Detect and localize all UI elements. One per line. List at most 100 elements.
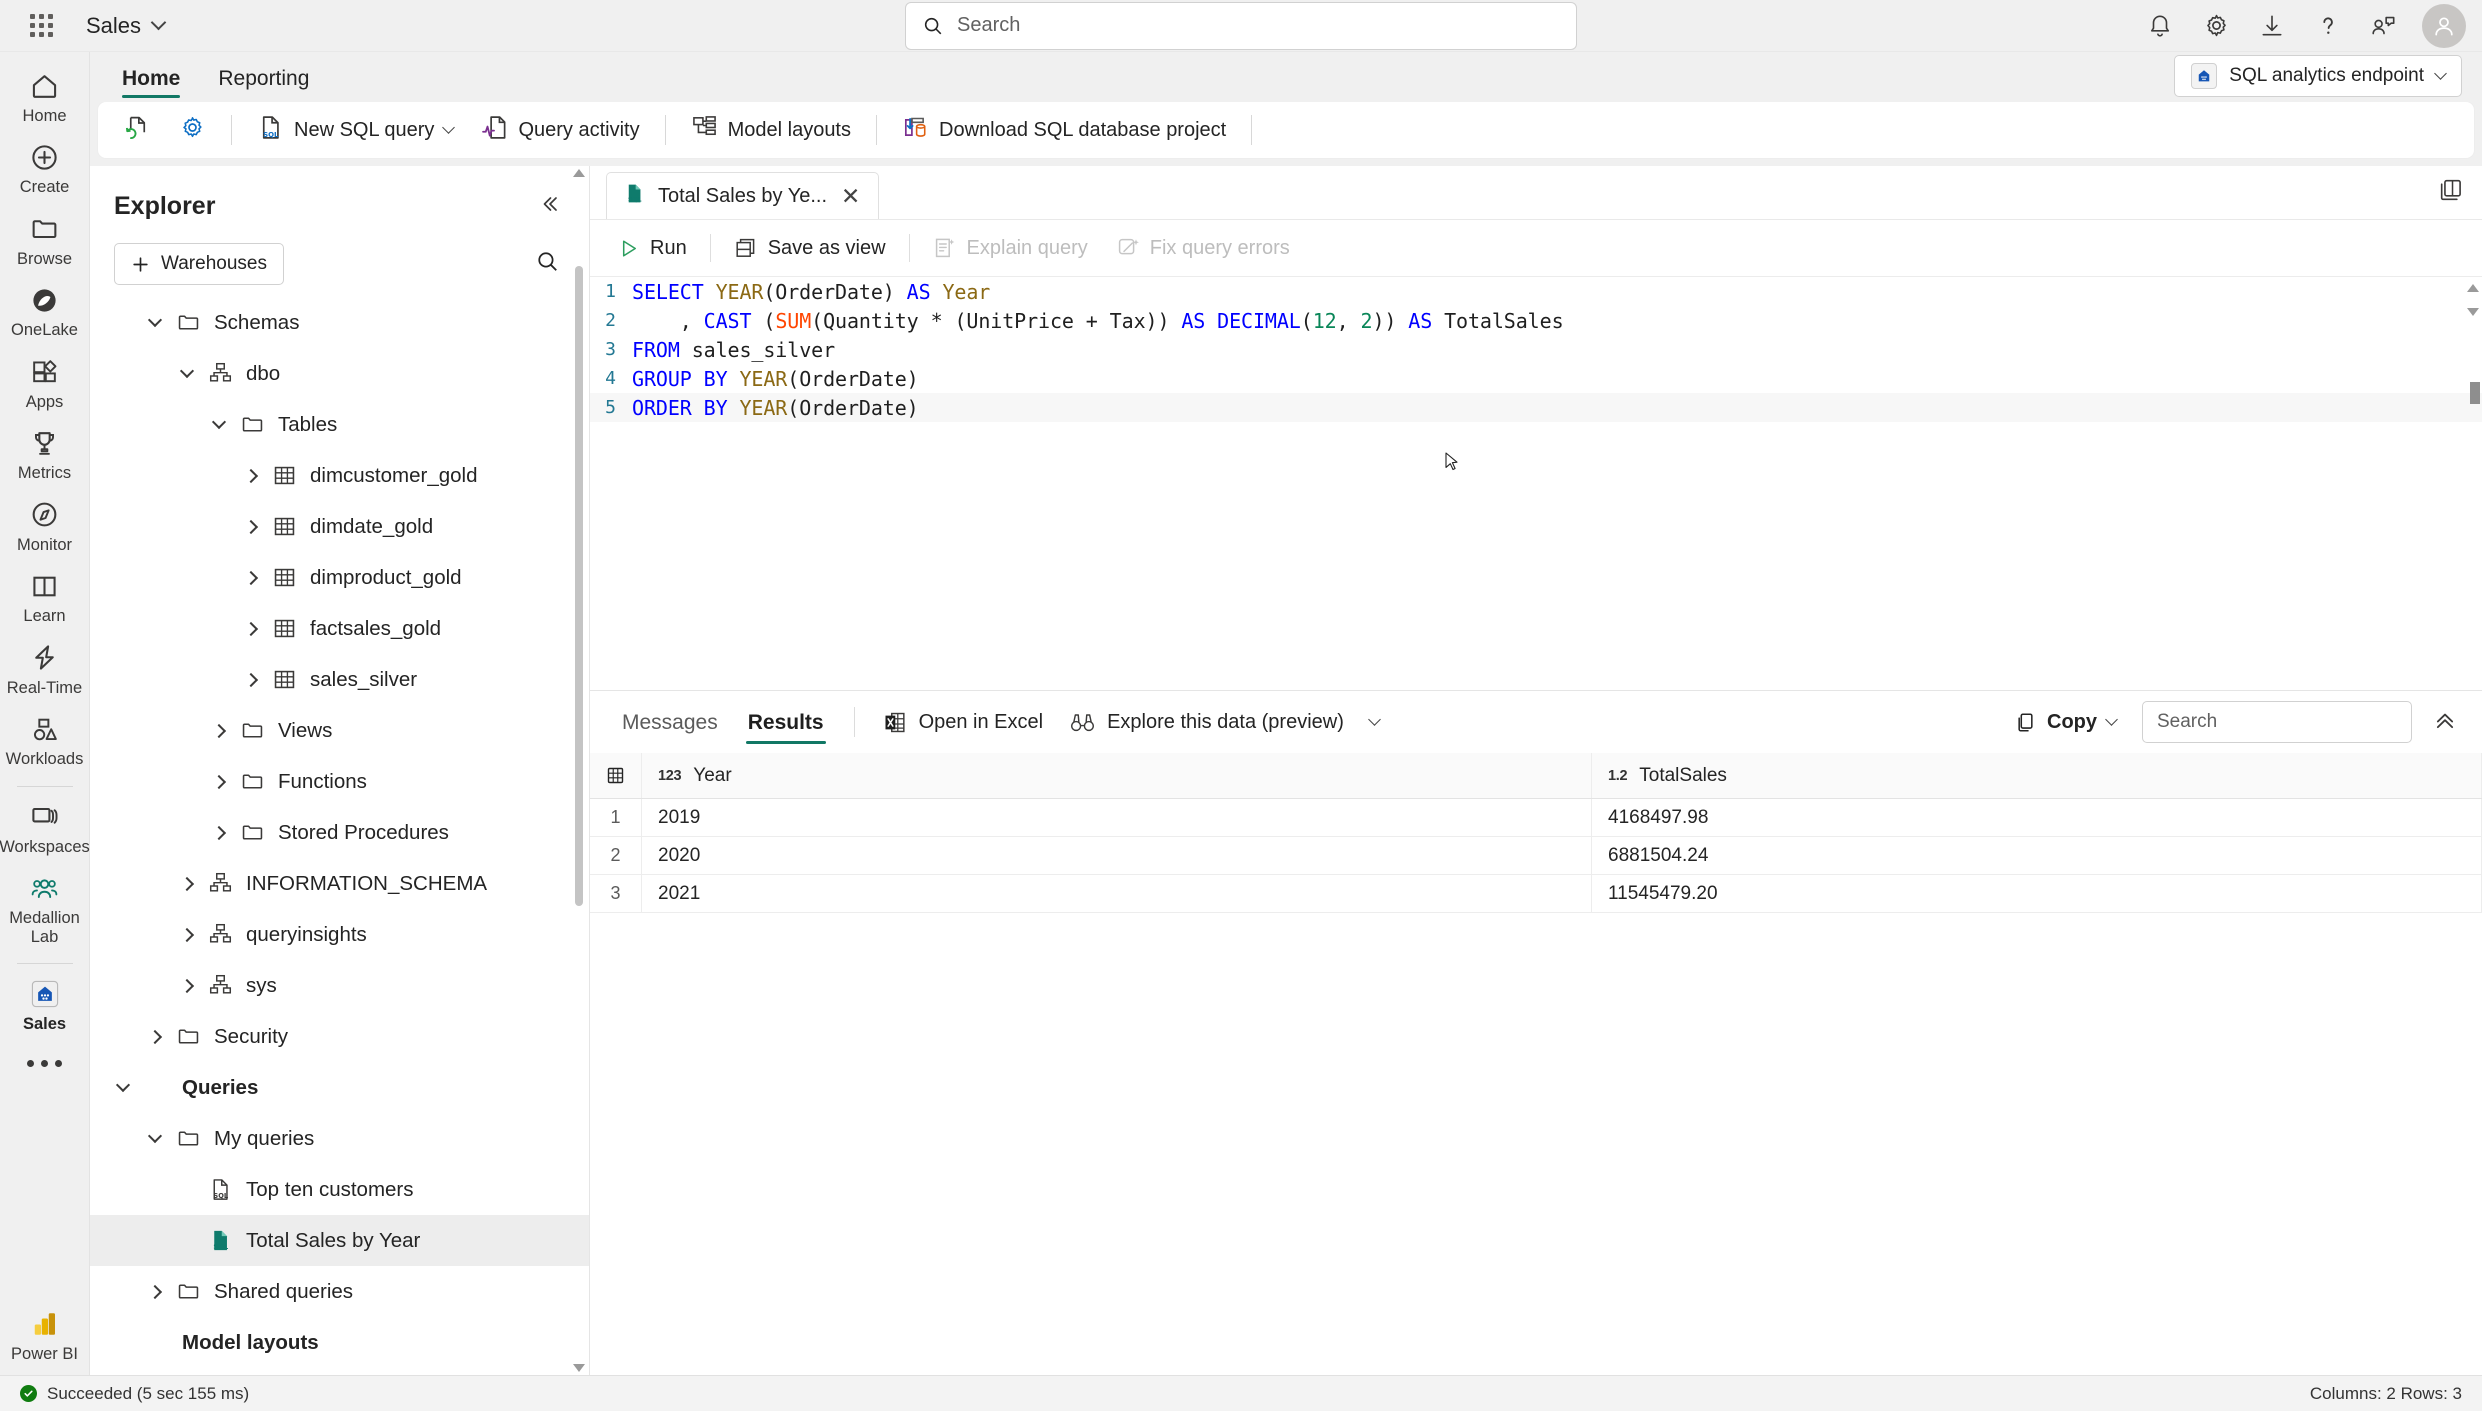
save-as-view-button[interactable]: Save as view bbox=[721, 229, 899, 267]
scroll-up-button[interactable] bbox=[2467, 281, 2479, 295]
chevron-down-icon[interactable] bbox=[108, 1077, 138, 1093]
sql-analytics-endpoint-switcher[interactable]: SQL analytics endpoint bbox=[2174, 55, 2462, 97]
table-row[interactable]: 3 2021 11545479.20 bbox=[590, 875, 2482, 913]
sidebar-item-sales[interactable]: Sales bbox=[2, 970, 88, 1038]
tree-node-sys[interactable]: sys bbox=[90, 960, 589, 1011]
scroll-down-button[interactable] bbox=[573, 1361, 585, 1375]
sidebar-item-create[interactable]: Create bbox=[2, 133, 88, 201]
chevron-down-icon[interactable] bbox=[172, 363, 202, 379]
sidebar-item-browse[interactable]: Browse bbox=[2, 205, 88, 273]
code-line[interactable]: 3 FROM sales_silver bbox=[590, 335, 2482, 364]
add-warehouses-button[interactable]: Warehouses bbox=[114, 243, 284, 285]
table-cell[interactable]: 6881504.24 bbox=[1592, 837, 2482, 874]
split-panel-icon[interactable] bbox=[2438, 177, 2464, 208]
tree-node-sales-silver[interactable]: sales_silver bbox=[90, 654, 589, 705]
chevron-right-icon[interactable] bbox=[236, 570, 266, 585]
explore-this-data-button[interactable]: Explore this data (preview) bbox=[1057, 702, 1356, 743]
scroll-down-button[interactable] bbox=[2467, 305, 2479, 319]
grid-icon[interactable] bbox=[590, 753, 642, 798]
table-cell[interactable]: 2021 bbox=[642, 875, 1592, 912]
download-icon[interactable] bbox=[2244, 0, 2300, 52]
tree-node-factsales-gold[interactable]: factsales_gold bbox=[90, 603, 589, 654]
tree-node-queries[interactable]: Queries bbox=[90, 1062, 589, 1113]
search-input[interactable] bbox=[957, 14, 1560, 37]
search-icon[interactable] bbox=[530, 244, 565, 284]
code-line[interactable]: 1 SELECT YEAR(OrderDate) AS Year bbox=[590, 277, 2482, 306]
table-row[interactable]: 2 2020 6881504.24 bbox=[590, 837, 2482, 875]
notification-bell-icon[interactable] bbox=[2132, 0, 2188, 52]
sidebar-item-workspaces[interactable]: Workspaces bbox=[0, 793, 90, 861]
gear-icon[interactable] bbox=[2188, 0, 2244, 52]
double-chevron-left-icon[interactable] bbox=[533, 188, 565, 225]
table-cell[interactable]: 2020 bbox=[642, 837, 1592, 874]
results-overflow-button[interactable] bbox=[1358, 711, 1391, 734]
results-search-input[interactable] bbox=[2157, 711, 2397, 733]
settings-gear-button[interactable] bbox=[167, 107, 218, 154]
app-launcher-icon[interactable] bbox=[18, 14, 64, 37]
search-box[interactable] bbox=[905, 1, 1577, 50]
chevron-right-icon[interactable] bbox=[140, 1029, 170, 1044]
sidebar-item-home[interactable]: Home bbox=[2, 62, 88, 130]
scrollbar-thumb[interactable] bbox=[2470, 382, 2480, 404]
table-cell[interactable]: 4168497.98 bbox=[1592, 799, 2482, 836]
tree-node-queryinsights[interactable]: queryinsights bbox=[90, 909, 589, 960]
chevron-right-icon[interactable] bbox=[236, 519, 266, 534]
download-sql-database-project-button[interactable]: Download SQL database project bbox=[890, 107, 1238, 154]
chevron-down-icon[interactable] bbox=[204, 414, 234, 430]
close-icon[interactable]: ✕ bbox=[839, 184, 862, 208]
scrollbar-thumb[interactable] bbox=[575, 266, 583, 906]
chevron-down-icon[interactable] bbox=[140, 312, 170, 328]
code-line[interactable]: 5 ORDER BY YEAR(OrderDate) bbox=[590, 393, 2482, 422]
scroll-up-button[interactable] bbox=[573, 166, 585, 180]
chevron-right-icon[interactable] bbox=[204, 774, 234, 789]
copy-button[interactable]: Copy bbox=[2002, 704, 2128, 741]
open-in-excel-button[interactable]: Open in Excel bbox=[871, 703, 1056, 742]
sidebar-item-workloads[interactable]: Workloads bbox=[2, 705, 88, 773]
avatar[interactable] bbox=[2422, 3, 2466, 48]
tree-node-information-schema[interactable]: INFORMATION_SCHEMA bbox=[90, 858, 589, 909]
sidebar-item-power-bi[interactable]: Power BI bbox=[2, 1300, 88, 1368]
tree-node-security[interactable]: Security bbox=[90, 1011, 589, 1062]
chevron-right-icon[interactable] bbox=[236, 468, 266, 483]
tree-node-schemas[interactable]: Schemas bbox=[90, 297, 589, 348]
tab-results[interactable]: Results bbox=[734, 695, 838, 749]
tab-messages[interactable]: Messages bbox=[608, 695, 732, 749]
chevron-right-icon[interactable] bbox=[140, 1284, 170, 1299]
table-row[interactable]: 1 2019 4168497.98 bbox=[590, 799, 2482, 837]
explain-query-button[interactable]: Explain query bbox=[920, 229, 1101, 267]
double-chevron-up-icon[interactable] bbox=[2426, 701, 2464, 744]
chevron-right-icon[interactable] bbox=[172, 876, 202, 891]
tree-node-functions[interactable]: Functions bbox=[90, 756, 589, 807]
table-cell[interactable]: 2019 bbox=[642, 799, 1592, 836]
column-header[interactable]: 1.2 TotalSales bbox=[1592, 753, 2482, 798]
fix-query-errors-button[interactable]: Fix query errors bbox=[1103, 229, 1303, 267]
sidebar-item-medallion-lab[interactable]: Medallion Lab bbox=[2, 864, 88, 951]
query-activity-button[interactable]: Query activity bbox=[469, 107, 651, 154]
editor-scrollbar[interactable] bbox=[2464, 277, 2482, 690]
sidebar-item-metrics[interactable]: Metrics bbox=[2, 419, 88, 487]
sidebar-item-monitor[interactable]: Monitor bbox=[2, 491, 88, 559]
results-grid[interactable]: 123 Year 1.2 TotalSales 1 2019 4168497.98 2 2020… bbox=[590, 753, 2482, 1375]
sidebar-item-learn[interactable]: Learn bbox=[2, 562, 88, 630]
help-icon[interactable] bbox=[2300, 0, 2356, 52]
sidebar-item-onelake[interactable]: OneLake bbox=[2, 276, 88, 344]
chevron-right-icon[interactable] bbox=[236, 672, 266, 687]
feedback-icon[interactable] bbox=[2356, 0, 2412, 52]
results-search[interactable] bbox=[2142, 701, 2412, 743]
model-layouts-button[interactable]: Model layouts bbox=[679, 107, 863, 154]
code-lines[interactable]: 1 SELECT YEAR(OrderDate) AS Year 2 , CAST … bbox=[590, 277, 2482, 422]
column-header[interactable]: 123 Year bbox=[642, 753, 1592, 798]
tree-node-dbo[interactable]: dbo bbox=[90, 348, 589, 399]
more-dots-icon[interactable] bbox=[27, 1042, 62, 1067]
chevron-right-icon[interactable] bbox=[236, 621, 266, 636]
chevron-right-icon[interactable] bbox=[172, 927, 202, 942]
tab-reporting[interactable]: Reporting bbox=[202, 61, 325, 102]
tree-node-model-layouts[interactable]: Model layouts bbox=[90, 1317, 589, 1368]
run-button[interactable]: Run bbox=[604, 230, 700, 267]
tree-node-views[interactable]: Views bbox=[90, 705, 589, 756]
tab-home[interactable]: Home bbox=[106, 61, 196, 102]
chevron-right-icon[interactable] bbox=[172, 978, 202, 993]
table-cell[interactable]: 11545479.20 bbox=[1592, 875, 2482, 912]
tree-node-shared-queries[interactable]: Shared queries bbox=[90, 1266, 589, 1317]
sidebar-item-apps[interactable]: Apps bbox=[2, 348, 88, 416]
